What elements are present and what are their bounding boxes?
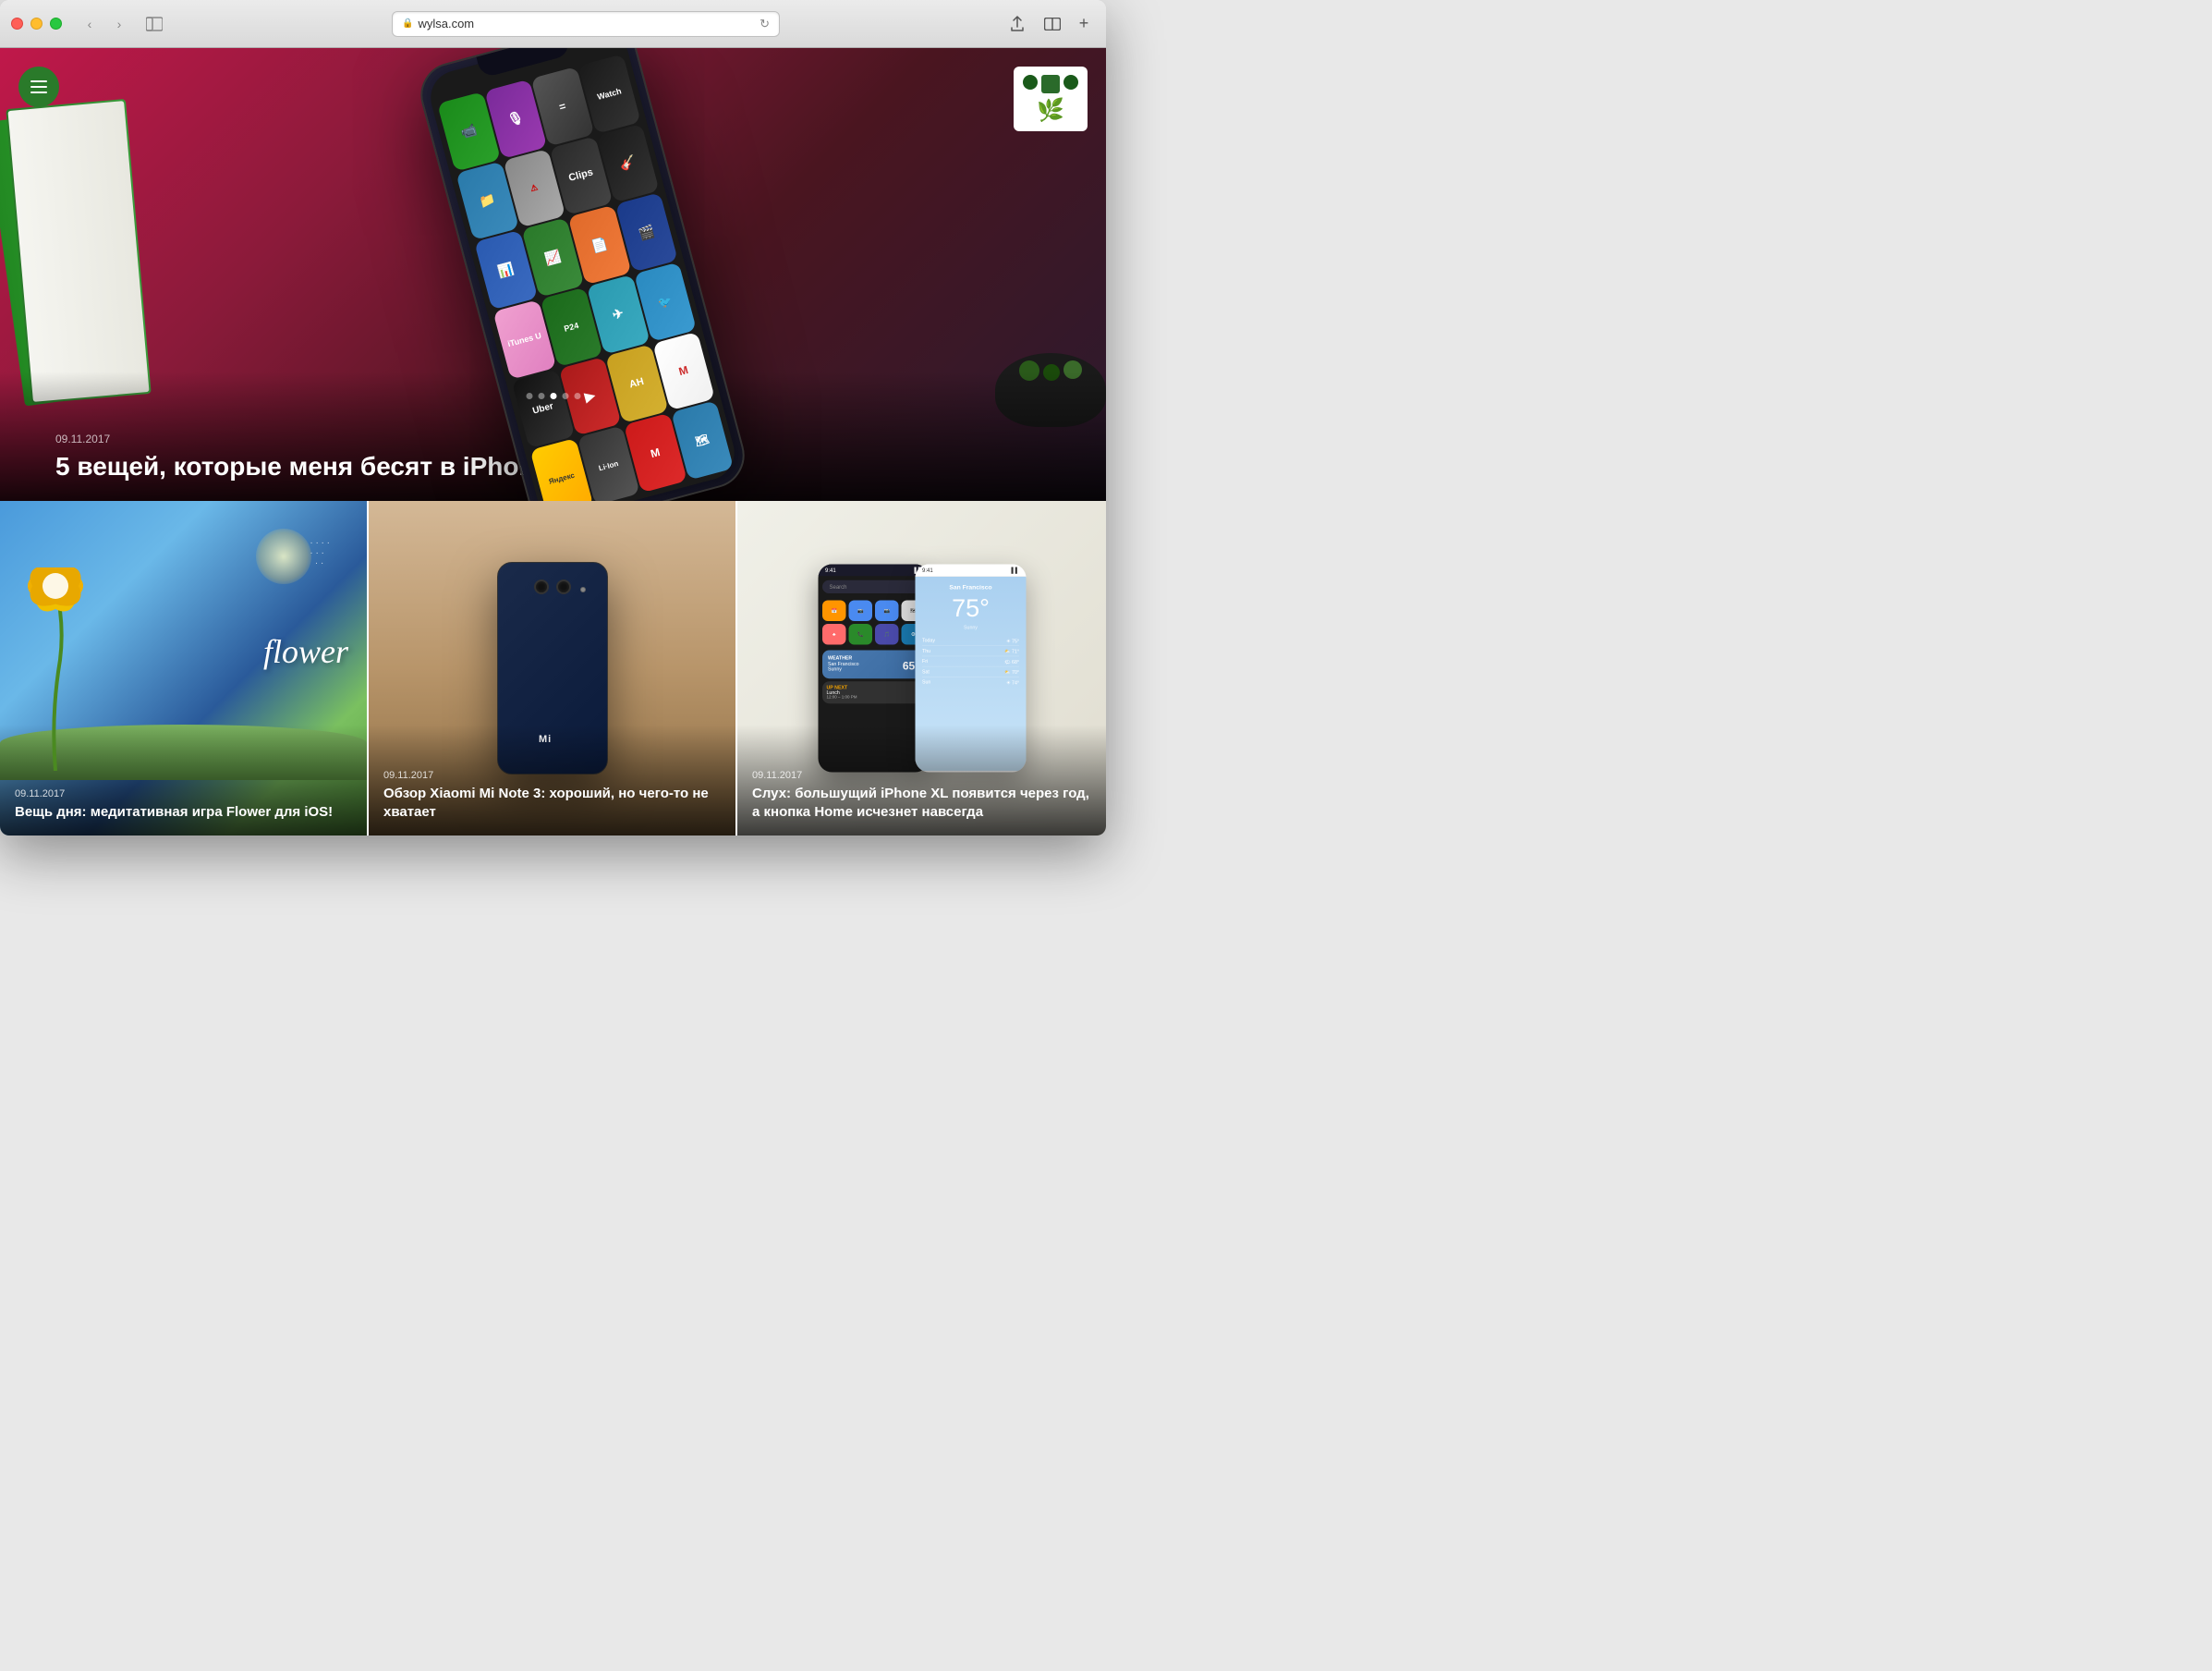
ios-app-grid: 📅 📷 📷 🗺 ♣ 📞 🎵 ⚙ (818, 598, 929, 648)
carousel-dot-2[interactable] (538, 393, 544, 399)
menu-line-3 (30, 91, 47, 93)
grid-date-xiaomi: 09.11.2017 (383, 770, 721, 781)
carousel-dot-3[interactable] (550, 393, 556, 399)
grid-item-iphone-xl[interactable]: 9:41▌▌ Search 📅 📷 📷 🗺 ♣ 📞 (737, 501, 1106, 836)
up-next-widget: UP NEXT Lunch 12:00 – 1:00 PM (822, 681, 925, 703)
menu-line-2 (30, 86, 47, 88)
grid-title-xiaomi: Обзор Xiaomi Mi Note 3: хороший, но чего… (383, 785, 721, 821)
reload-button[interactable]: ↻ (760, 17, 770, 31)
flower-script-text: flower (263, 632, 348, 671)
address-bar-container: 🔒 wylsa.com ↻ (225, 11, 947, 37)
carousel-dots (526, 393, 580, 399)
xiaomi-dual-camera (534, 579, 571, 594)
sun-decoration (256, 529, 311, 584)
grid-item-flower[interactable]: · · · ·· · · · · flower 09.11.2017 Вещь … (0, 501, 369, 836)
plants-decoration: 🌿 (977, 67, 1088, 177)
lock-icon: 🔒 (402, 18, 413, 29)
ios-search: Search (822, 580, 925, 593)
grid-date-flower: 09.11.2017 (15, 788, 352, 799)
address-bar[interactable]: 🔒 wylsa.com ↻ (392, 11, 780, 37)
traffic-lights (11, 18, 62, 30)
camera-flash (580, 587, 586, 592)
back-button[interactable]: ‹ (77, 11, 103, 37)
camera-lens-1 (534, 579, 549, 594)
grid-overlay-iphone-xl: 09.11.2017 Слух: большущий iPhone XL поя… (737, 725, 1106, 836)
carousel-dot-5[interactable] (574, 393, 580, 399)
menu-line-1 (30, 80, 47, 82)
flower-svg-decoration (9, 567, 139, 771)
hamburger-icon (30, 80, 47, 93)
forward-button[interactable]: › (106, 11, 132, 37)
sidebar-toggle-button[interactable] (140, 11, 169, 37)
new-tab-button[interactable]: + (1073, 13, 1095, 35)
weather-widget-dark: WEATHER San FranciscoSunny 65° (822, 651, 925, 679)
split-view-button[interactable] (1038, 11, 1067, 37)
url-text: wylsa.com (418, 17, 474, 30)
grid-item-xiaomi[interactable]: Mi 09.11.2017 Обзор Xiaomi Mi Note 3: хо… (369, 501, 737, 836)
grid-title-iphone-xl: Слух: большущий iPhone XL появится через… (752, 785, 1091, 821)
grid-section: · · · ·· · · · · flower 09.11.2017 Вещь … (0, 501, 1106, 836)
hero-section[interactable]: 🌿 (0, 48, 1106, 501)
minimize-button[interactable] (30, 18, 43, 30)
browser-window: ‹ › 🔒 wylsa.com ↻ (0, 0, 1106, 836)
ios-status-bar: 9:41▌▌ (818, 565, 929, 577)
maximize-button[interactable] (50, 18, 62, 30)
grid-title-flower: Вещь дня: медитативная игра Flower для i… (15, 803, 352, 822)
carousel-dot-4[interactable] (562, 393, 568, 399)
close-button[interactable] (11, 18, 23, 30)
dandelion-particles: · · · ·· · · · · (310, 538, 330, 568)
toolbar-right: + (1003, 11, 1095, 37)
website-content: 🌿 (0, 48, 1106, 836)
grid-date-iphone-xl: 09.11.2017 (752, 770, 1091, 781)
menu-button[interactable] (18, 67, 59, 107)
plant-pot: 🌿 (1014, 67, 1088, 131)
share-button[interactable] (1003, 11, 1032, 37)
grid-overlay-xiaomi: 09.11.2017 Обзор Xiaomi Mi Note 3: хорош… (369, 725, 735, 836)
carousel-dot-1[interactable] (526, 393, 532, 399)
nav-buttons: ‹ › (77, 11, 132, 37)
title-bar: ‹ › 🔒 wylsa.com ↻ (0, 0, 1106, 48)
ios-status-bar-light: 9:41▌▌ (915, 565, 1026, 578)
camera-lens-2 (556, 579, 571, 594)
